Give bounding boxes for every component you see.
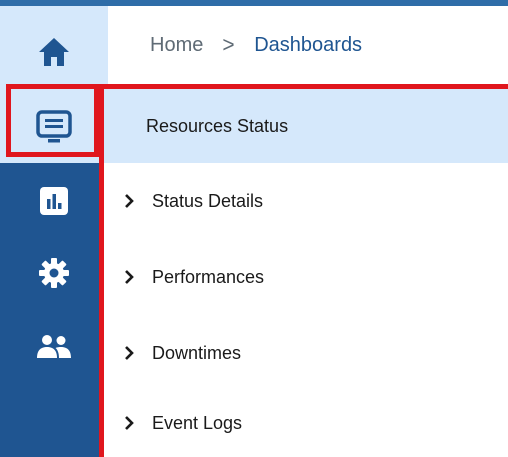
users-icon — [33, 326, 75, 368]
chevron-right-icon — [122, 270, 136, 284]
submenu-item-label: Status Details — [152, 190, 264, 211]
breadcrumb-home-link[interactable]: Home — [150, 33, 203, 57]
bar-chart-icon — [33, 180, 75, 222]
submenu-item-event-logs[interactable]: Event Logs — [104, 385, 508, 457]
monitor-icon — [33, 106, 75, 148]
breadcrumb-current[interactable]: Dashboards — [254, 33, 362, 57]
home-icon — [33, 31, 75, 73]
submenu-item-label: Event Logs — [152, 412, 243, 433]
submenu-item-label: Resources Status — [146, 115, 289, 136]
chevron-right-icon — [122, 194, 136, 208]
breadcrumb: Home > Dashboards — [150, 33, 362, 57]
submenu-item-label: Downtimes — [152, 342, 242, 363]
chevron-right-icon — [122, 346, 136, 360]
rail-item-settings[interactable] — [0, 236, 108, 310]
rail-item-home[interactable] — [0, 12, 108, 91]
rail-item-reports[interactable] — [0, 164, 108, 238]
submenu-item-resources-status[interactable]: Resources Status — [104, 89, 508, 163]
app-window: Home > Dashboards Resources Status Statu… — [0, 0, 508, 457]
submenu-item-downtimes[interactable]: Downtimes — [104, 315, 508, 391]
gear-icon — [33, 252, 75, 294]
rail-item-dashboards[interactable] — [0, 90, 108, 163]
submenu-item-label: Performances — [152, 266, 265, 287]
breadcrumb-separator: > — [222, 32, 235, 57]
chevron-right-icon — [122, 416, 136, 430]
dashboards-submenu: Resources Status Status Details Performa… — [104, 89, 508, 457]
icon-rail — [0, 6, 108, 457]
submenu-item-performances[interactable]: Performances — [104, 239, 508, 315]
rail-item-users[interactable] — [0, 310, 108, 384]
submenu-item-status-details[interactable]: Status Details — [104, 163, 508, 239]
